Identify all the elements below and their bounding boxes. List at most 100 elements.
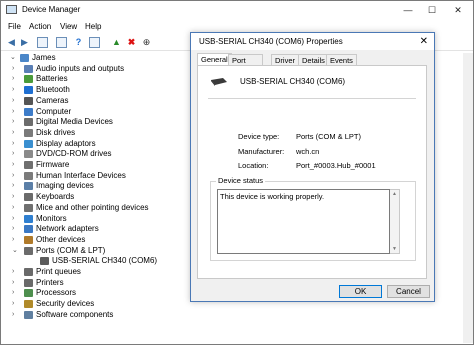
menu-view[interactable]: View (60, 22, 77, 31)
close-button[interactable]: ✕ (447, 1, 469, 19)
tree-item-label: Printers (36, 277, 64, 287)
chevron-right-icon[interactable]: › (12, 224, 20, 234)
monitor-icon[interactable] (89, 37, 100, 48)
serial-port-icon (211, 78, 227, 86)
download-icon[interactable]: ⊕ (141, 37, 152, 48)
tree-item-label: Monitors (36, 213, 67, 223)
chevron-right-icon[interactable]: › (12, 107, 20, 117)
tree-item-label: Processors (36, 288, 77, 298)
divider (208, 98, 416, 99)
chevron-right-icon[interactable]: › (12, 128, 20, 138)
tree-item-label: DVD/CD-ROM drives (36, 149, 112, 159)
device-category-icon (24, 86, 33, 95)
device-category-icon (24, 128, 33, 137)
tab-details[interactable]: Details (298, 54, 329, 65)
dialog-title: USB-SERIAL CH340 (COM6) Properties (199, 37, 343, 46)
device-category-icon (24, 278, 33, 287)
properties-sheet-icon[interactable] (56, 37, 67, 48)
chevron-down-icon[interactable]: ⌄ (12, 246, 20, 256)
chevron-right-icon[interactable]: › (12, 64, 20, 74)
tab-driver[interactable]: Driver (271, 54, 299, 65)
chevron-right-icon[interactable]: › (12, 171, 20, 181)
device-category-icon (24, 64, 33, 73)
status-scrollbar[interactable]: ▲ ▼ (390, 189, 400, 254)
scroll-down-icon[interactable]: ▼ (391, 246, 398, 252)
tree-item-label: Network adapters (36, 224, 99, 234)
chevron-right-icon[interactable]: › (12, 85, 20, 95)
tree-item-label: Ports (COM & LPT) (36, 245, 106, 255)
tree-item-label: Display adaptors (36, 138, 96, 148)
tree-item-label: Digital Media Devices (36, 117, 113, 127)
device-type-value: Ports (COM & LPT) (296, 132, 362, 141)
manufacturer-value: wch.cn (296, 147, 320, 156)
chevron-right-icon[interactable]: › (12, 74, 20, 84)
forward-arrow-icon[interactable]: ▶ (19, 37, 30, 48)
general-panel: USB-SERIAL CH340 (COM6) Device type: Por… (197, 65, 427, 279)
chevron-right-icon[interactable]: › (12, 203, 20, 213)
chevron-right-icon[interactable]: › (12, 214, 20, 224)
menu-help[interactable]: Help (85, 22, 101, 31)
help-icon[interactable]: ? (73, 37, 84, 48)
properties-icon[interactable] (37, 37, 48, 48)
chevron-right-icon[interactable]: › (12, 192, 20, 202)
properties-dialog: USB-SERIAL CH340 (COM6) Properties ✕ Gen… (190, 32, 435, 302)
device-status-textbox[interactable]: This device is working properly. (217, 189, 390, 254)
tree-item-label: Human Interface Devices (36, 170, 126, 180)
chevron-right-icon[interactable]: › (12, 288, 20, 298)
tree-item-label: Print queues (36, 267, 81, 276)
chevron-right-icon[interactable]: › (12, 235, 20, 245)
chevron-right-icon[interactable]: › (12, 160, 20, 170)
computer-icon (20, 54, 29, 62)
chevron-right-icon[interactable]: › (12, 310, 20, 320)
tree-item-label: Security devices (36, 299, 95, 309)
chevron-right-icon[interactable]: › (12, 96, 20, 106)
device-category-icon (24, 171, 33, 180)
minimize-button[interactable]: — (397, 1, 419, 19)
device-category-icon (24, 289, 33, 298)
chevron-right-icon[interactable]: › (12, 267, 20, 277)
tree-item-label: Disk drives (36, 127, 76, 137)
device-category-icon (24, 139, 33, 148)
title-bar: Device Manager — ☐ ✕ (1, 1, 473, 19)
tab-port-settings[interactable]: Port Settings (228, 54, 264, 76)
device-category-icon (24, 150, 33, 159)
device-category-icon (24, 107, 33, 116)
tree-item-label: Firmware (36, 160, 70, 169)
chevron-right-icon[interactable]: › (12, 299, 20, 309)
device-category-icon (24, 182, 33, 191)
chevron-right-icon[interactable]: › (12, 278, 20, 288)
chevron-right-icon[interactable]: › (12, 117, 20, 127)
device-category-icon (24, 193, 33, 202)
device-type-label: Device type: (238, 132, 280, 141)
vertical-scrollbar[interactable] (463, 53, 473, 343)
device-category-icon (24, 246, 33, 255)
chevron-right-icon[interactable]: › (12, 149, 20, 159)
chevron-down-icon[interactable]: ⌄ (10, 53, 18, 63)
maximize-button[interactable]: ☐ (421, 1, 443, 19)
device-category-icon (24, 268, 33, 276)
cancel-button[interactable]: Cancel (387, 285, 430, 298)
tab-events[interactable]: Events (326, 54, 357, 65)
location-value: Port_#0003.Hub_#0001 (296, 161, 376, 170)
uninstall-icon[interactable]: ✖ (126, 37, 137, 48)
window-title: Device Manager (22, 5, 81, 14)
chevron-right-icon[interactable]: › (12, 139, 20, 149)
menu-file[interactable]: File (8, 22, 21, 31)
update-driver-icon[interactable]: ▲ (111, 37, 122, 48)
device-category-icon (24, 310, 33, 319)
dialog-close-button[interactable]: ✕ (420, 36, 428, 47)
back-arrow-icon[interactable]: ◀ (6, 37, 17, 48)
chevron-right-icon[interactable]: › (12, 181, 20, 191)
device-category-icon (24, 300, 33, 309)
ok-button[interactable]: OK (339, 285, 382, 298)
tree-item-label: Keyboards (36, 192, 75, 202)
device-category-icon (24, 235, 33, 244)
tree-root-label: James (32, 53, 56, 62)
device-category-icon (24, 214, 33, 223)
scroll-up-icon[interactable]: ▲ (391, 191, 398, 197)
tree-item-label: Software components (36, 309, 114, 319)
tree-item-label: Bluetooth (36, 85, 70, 95)
device-category-icon (24, 161, 33, 169)
device-category-icon (24, 225, 33, 234)
menu-action[interactable]: Action (29, 22, 51, 31)
